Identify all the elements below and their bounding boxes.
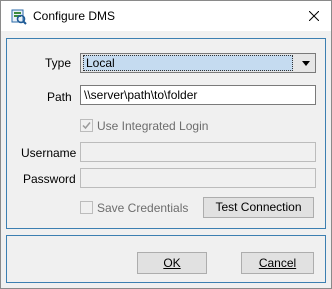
dropdown-arrow-icon[interactable] (298, 55, 314, 71)
path-label: Path (47, 90, 72, 104)
configure-dms-dialog: Configure DMS Type Local Path \\server\p… (0, 0, 332, 289)
type-selected-value: Local (83, 55, 293, 71)
window-title: Configure DMS (33, 9, 116, 23)
password-input[interactable] (80, 168, 316, 188)
path-input[interactable]: \\server\path\to\folder (80, 85, 316, 105)
username-label: Username (21, 146, 77, 160)
type-dropdown[interactable]: Local (80, 53, 316, 73)
close-button[interactable] (297, 1, 331, 31)
close-icon (309, 11, 319, 21)
ok-button[interactable]: OK (137, 252, 207, 274)
dms-app-icon (11, 9, 27, 25)
save-credentials-checkbox[interactable] (80, 201, 93, 214)
ok-button-label: OK (163, 256, 181, 270)
username-input[interactable] (80, 142, 316, 162)
cancel-button-label: Cancel (258, 256, 297, 270)
cancel-button[interactable]: Cancel (241, 252, 314, 274)
integrated-login-checkbox[interactable] (80, 119, 93, 132)
test-connection-button[interactable]: Test Connection (203, 197, 314, 218)
integrated-login-label: Use Integrated Login (97, 119, 209, 133)
checkmark-icon (82, 122, 91, 130)
password-label: Password (23, 172, 76, 186)
type-label: Type (45, 56, 72, 70)
save-credentials-label: Save Credentials (97, 201, 189, 215)
title-bar[interactable]: Configure DMS (1, 1, 331, 31)
